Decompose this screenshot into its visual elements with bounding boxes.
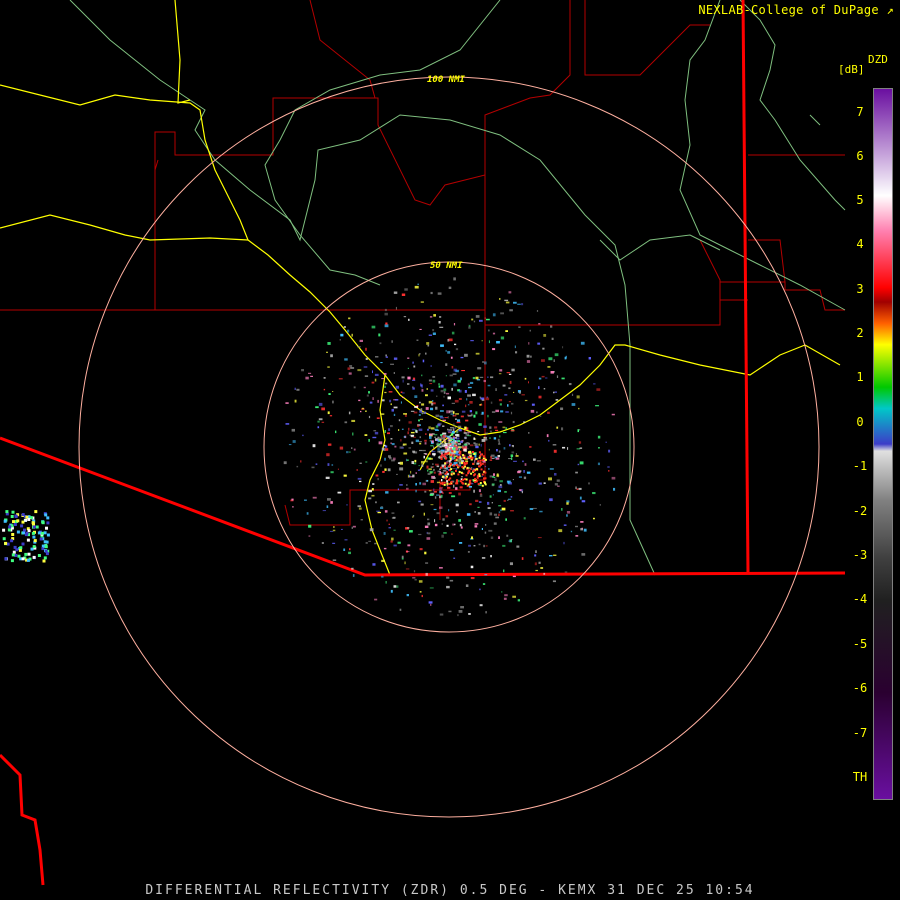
county-lines (0, 0, 845, 526)
colorbar-tick: -2 (852, 504, 868, 518)
colorbar-tick: 3 (856, 282, 864, 296)
colorbar-tick: 7 (856, 105, 864, 119)
colorbar-tick: 1 (856, 370, 864, 384)
colorbar-tick: -7 (852, 726, 868, 740)
colorbar-tick: 5 (856, 193, 864, 207)
colorbar-units: [dB] (838, 63, 865, 76)
outer-ring-label: 100 NMI (427, 75, 466, 85)
product-footer: DIFFERENTIAL REFLECTIVITY (ZDR) 0.5 DEG … (145, 883, 755, 898)
colorbar-tick: -1 (852, 459, 868, 473)
colorbar-tick: -6 (852, 681, 868, 695)
colorbar-tick: -5 (852, 637, 868, 651)
credit-label: NEXLAB-College of DuPage ↗ (698, 3, 894, 17)
colorbar-tick: TH (852, 770, 868, 784)
colorbar-tick: 0 (856, 415, 864, 429)
inner-ring-label: 50 NMI (430, 261, 463, 271)
radar-map: 50 NMI 100 NMI (0, 0, 846, 886)
colorbar-tick: 2 (856, 326, 864, 340)
colorbar-tick: -3 (852, 548, 868, 562)
state-borders (0, 0, 846, 886)
credit-icon: ↗ (886, 3, 894, 17)
colorbar-tick: 6 (856, 149, 864, 163)
colorbar (873, 88, 893, 800)
highways (0, 0, 841, 576)
colorbar-tick: 4 (856, 237, 864, 251)
credit-text: NEXLAB-College of DuPage (698, 3, 879, 17)
colorbar-product: DZD (868, 53, 888, 66)
colorbar-tick: -4 (852, 592, 868, 606)
radar-echoes (2, 277, 616, 617)
